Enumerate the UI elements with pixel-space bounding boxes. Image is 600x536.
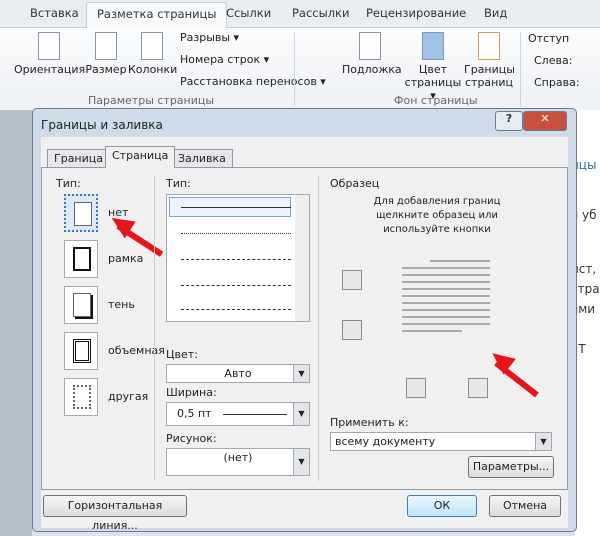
columns-icon <box>141 32 163 60</box>
tab-page-border[interactable]: Страница <box>105 146 176 168</box>
tab-page-layout[interactable]: Разметка страницы <box>86 2 228 29</box>
page-icon <box>73 385 91 409</box>
page-borders-icon <box>478 32 500 60</box>
apply-to-select[interactable]: всему документу ▼ <box>330 432 552 451</box>
horizontal-line-button[interactable]: Горизонтальная линия... <box>43 495 187 532</box>
style-scrollbar[interactable] <box>295 195 309 321</box>
line-numbers-button[interactable]: Номера строк ▾ <box>180 53 269 66</box>
document-area-left <box>0 110 32 536</box>
setting-shadow[interactable] <box>64 286 98 324</box>
setting-box-label: рамка <box>108 252 144 265</box>
page-icon <box>73 339 91 363</box>
group-page-setup-label: Параметры страницы <box>88 94 215 107</box>
preview-page[interactable] <box>400 260 492 346</box>
options-button[interactable]: Параметры... <box>468 456 554 478</box>
watermark-button[interactable]: Подложка <box>342 32 402 76</box>
page-borders-button[interactable]: Границы страниц <box>464 32 515 89</box>
tab-border[interactable]: Граница <box>47 149 111 168</box>
tab-review[interactable]: Рецензирование <box>366 6 466 20</box>
setting-label: Тип: <box>56 177 81 190</box>
art-select[interactable]: (нет) ▼ <box>166 448 310 476</box>
preview-label: Образец <box>330 177 380 190</box>
setting-3d[interactable] <box>64 332 98 370</box>
style-dash-dot[interactable] <box>181 309 291 310</box>
document-page <box>575 110 600 536</box>
style-long-dash[interactable] <box>181 285 291 286</box>
hyphenation-button[interactable]: Расстановка переносов ▾ <box>180 75 326 88</box>
indent-label: Отступ <box>528 32 570 45</box>
group-page-bg-label: Фон страницы <box>394 94 478 107</box>
tab-panel: Тип: нет рамка тень объемная другая Тип:… <box>41 167 568 490</box>
setting-box[interactable] <box>64 240 98 278</box>
page-icon <box>73 247 91 271</box>
style-dotted[interactable] <box>181 233 291 234</box>
right-border-button[interactable] <box>468 378 488 398</box>
tab-insert[interactable]: Вставка <box>30 6 79 20</box>
borders-and-shading-dialog: Границы и заливка ? ✕ Граница Страница З… <box>32 108 577 532</box>
style-solid <box>181 207 291 208</box>
style-dashed[interactable] <box>181 259 291 260</box>
tab-view[interactable]: Вид <box>484 6 507 20</box>
art-label: Рисунок: <box>166 432 217 445</box>
size-icon <box>95 32 117 60</box>
width-select[interactable]: 0,5 пт ▼ <box>166 402 310 426</box>
tab-shading[interactable]: Заливка <box>171 149 233 168</box>
page-icon <box>73 293 91 317</box>
help-button[interactable]: ? <box>495 111 523 131</box>
width-label: Ширина: <box>166 386 217 399</box>
style-label: Тип: <box>166 177 191 190</box>
setting-shadow-label: тень <box>108 298 135 311</box>
ribbon-tabs: Вставка Разметка страницы Ссылки Рассылк… <box>0 0 600 29</box>
watermark-icon <box>359 32 381 60</box>
close-button[interactable]: ✕ <box>523 111 567 131</box>
separator <box>520 32 521 106</box>
page-color-button[interactable]: Цвет страницы ▾ <box>404 32 462 102</box>
tab-mailings[interactable]: Рассылки <box>292 6 349 20</box>
page-icon <box>74 202 92 226</box>
columns-button[interactable]: Колонки <box>128 32 177 76</box>
chevron-down-icon: ▼ <box>293 365 309 382</box>
orientation-button[interactable]: Ориентация <box>14 32 85 76</box>
indent-right-label: Справа: <box>534 76 580 89</box>
ok-button[interactable]: ОК <box>407 495 477 517</box>
cancel-button[interactable]: Отмена <box>489 495 561 517</box>
chevron-down-icon: ▼ <box>293 403 309 425</box>
setting-3d-label: объемная <box>108 344 165 357</box>
size-button[interactable]: Размер <box>84 32 128 76</box>
separator <box>294 32 295 106</box>
orientation-icon <box>38 32 60 60</box>
color-label: Цвет: <box>166 348 198 361</box>
preview-hint: Для добавления границ щелкните образец и… <box>373 196 501 235</box>
setting-none[interactable] <box>64 194 98 232</box>
page-color-icon <box>422 32 444 60</box>
left-border-button[interactable] <box>406 378 426 398</box>
chevron-down-icon: ▼ <box>535 433 551 450</box>
dialog-title: Границы и заливка <box>41 118 163 132</box>
apply-to-label: Применить к: <box>330 416 409 429</box>
style-list[interactable] <box>166 194 310 322</box>
color-select[interactable]: Авто ▼ <box>166 364 310 383</box>
setting-custom[interactable] <box>64 378 98 416</box>
tab-references[interactable]: Ссылки <box>226 6 271 20</box>
breaks-button[interactable]: Разрывы ▾ <box>180 31 239 44</box>
top-border-button[interactable] <box>342 270 362 290</box>
indent-left-label: Слева: <box>534 54 573 67</box>
chevron-down-icon: ▼ <box>293 449 309 475</box>
setting-custom-label: другая <box>108 390 149 403</box>
bottom-border-button[interactable] <box>342 320 362 340</box>
